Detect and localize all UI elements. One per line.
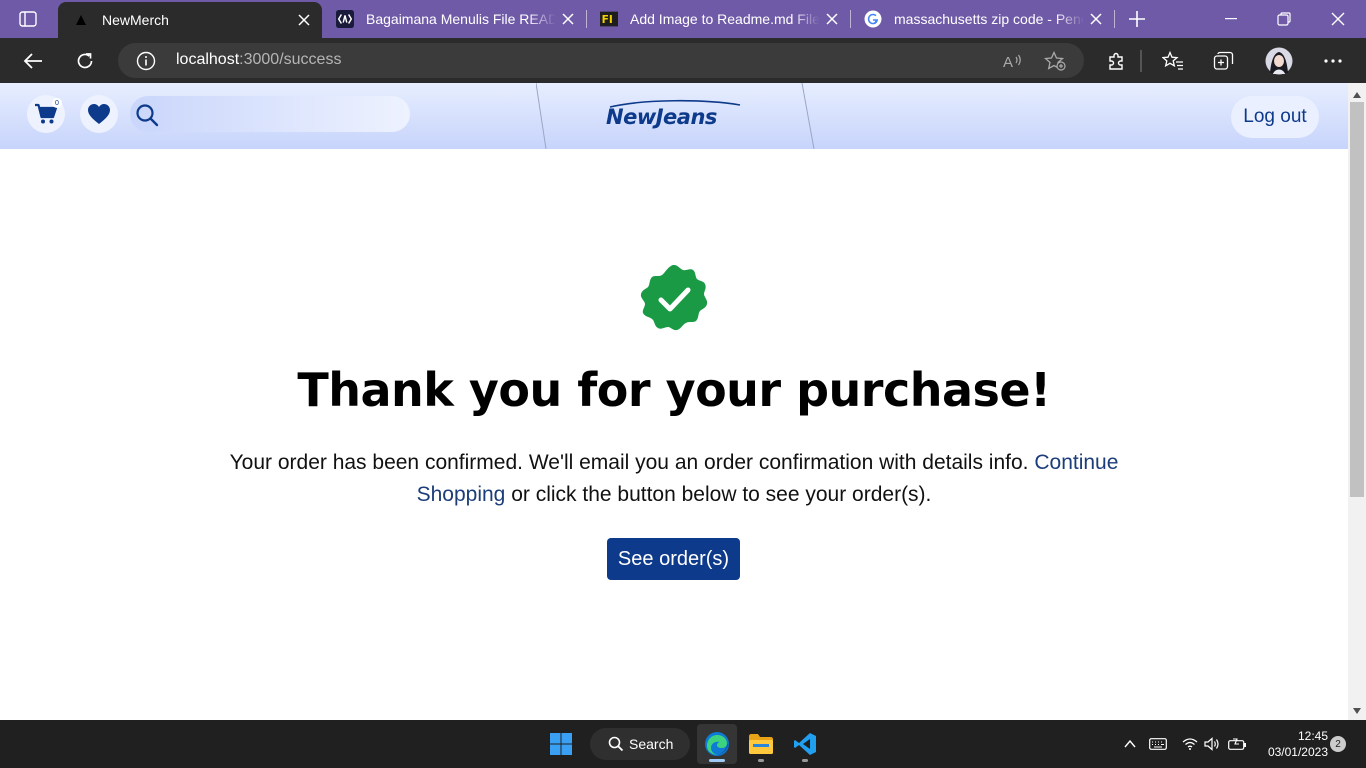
tab-title: NewMerch [102,12,169,28]
browser-tab-google[interactable]: massachusetts zip code - Penel [850,0,1114,38]
edge-browser-taskbar-icon[interactable] [697,724,737,764]
tab-title: Bagaimana Menulis File README [366,11,556,27]
tab-title: Add Image to Readme.md File [630,11,820,27]
vercel-triangle-icon [72,11,90,29]
clock-date: 03/01/2023 [1267,745,1328,759]
browser-tab-strip: NewMerch Bagaimana Menulis File README F… [0,0,1366,38]
open-app-indicator [758,759,764,762]
close-tab-icon[interactable] [292,8,316,32]
close-tab-icon[interactable] [820,7,844,31]
confirmation-message: Your order has been confirmed. We'll ema… [188,447,1160,511]
wifi-icon[interactable] [1180,734,1200,754]
cart-count-badge: 0 [52,98,62,108]
tab-title: massachusetts zip code - Penel [894,11,1084,27]
active-app-indicator [709,759,725,762]
page-viewport: 0 NewJeans Log out Thank you for your pu… [0,83,1348,720]
heart-icon [88,104,110,124]
taskbar-search-label: Search [629,736,674,752]
site-info-icon[interactable] [136,51,156,71]
svg-text:A: A [1003,54,1013,69]
site-logo[interactable]: NewJeans [606,105,717,129]
notification-count-badge[interactable]: 2 [1330,736,1346,752]
close-tab-icon[interactable] [1084,7,1108,31]
tab-separator [1114,10,1115,28]
search-input[interactable] [166,102,396,126]
extensions-puzzle-icon[interactable] [1100,46,1132,76]
message-text: Your order has been confirmed. We'll ema… [229,451,1035,474]
fi-icon: FI [600,10,618,28]
browser-tab-readme[interactable]: Bagaimana Menulis File README [322,0,586,38]
vscode-taskbar-icon[interactable] [785,724,825,764]
back-arrow-icon[interactable] [17,46,49,76]
wishlist-button[interactable] [80,95,118,133]
collections-icon[interactable] [1208,46,1240,76]
profile-avatar[interactable] [1263,46,1295,76]
see-orders-button[interactable]: See order(s) [607,538,740,580]
battery-charging-icon[interactable] [1228,734,1248,754]
success-check-badge-icon [640,265,708,331]
cart-button[interactable]: 0 [27,95,65,133]
codepolitan-icon [336,10,354,28]
start-windows-icon[interactable] [541,724,581,764]
address-bar[interactable]: localhost:3000/success A [118,43,1084,78]
browser-toolbar: localhost:3000/success A [0,38,1366,83]
close-tab-icon[interactable] [556,7,580,31]
browser-tab-add-image[interactable]: FI Add Image to Readme.md File [586,0,850,38]
site-search-box [130,96,410,132]
logo-panel: NewJeans [536,83,815,149]
scroll-up-arrow-icon[interactable] [1350,88,1364,102]
url-text: localhost:3000/success [176,51,342,68]
scroll-down-arrow-icon[interactable] [1350,704,1364,718]
toolbar-separator [1140,50,1142,72]
close-window-icon[interactable] [1312,0,1364,38]
success-heading: Thank you for your purchase! [297,363,1051,417]
file-explorer-taskbar-icon[interactable] [741,724,781,764]
windows-taskbar: Search 12:45 03/01/2023 2 [0,720,1366,768]
search-icon [608,736,624,752]
message-text: or click the button below to see your or… [505,483,932,506]
keyboard-icon[interactable] [1148,734,1168,754]
new-tab-plus-icon[interactable] [1124,7,1150,31]
minimize-window-icon[interactable] [1205,0,1257,38]
system-clock[interactable]: 12:45 03/01/2023 [1256,728,1328,760]
refresh-icon[interactable] [69,46,101,76]
tab-actions-icon[interactable] [12,8,44,30]
scrollbar-thumb[interactable] [1350,102,1364,497]
speaker-volume-icon[interactable] [1202,734,1222,754]
taskbar-search-button[interactable]: Search [590,728,690,760]
add-favorite-star-icon[interactable] [1044,50,1066,72]
browser-tab-newmerch[interactable]: NewMerch [58,2,322,38]
restore-window-icon[interactable] [1258,0,1310,38]
chevron-up-icon[interactable] [1120,734,1140,754]
open-app-indicator [802,759,808,762]
search-icon[interactable] [134,102,160,128]
logout-button[interactable]: Log out [1231,96,1319,138]
site-navbar: 0 NewJeans Log out [0,83,1348,149]
svg-text:FI: FI [602,13,613,26]
favorites-icon[interactable] [1157,46,1189,76]
clock-time: 12:45 [1297,729,1328,743]
read-aloud-icon[interactable]: A [1002,50,1024,72]
more-options-icon[interactable] [1317,46,1349,76]
google-icon [864,10,882,28]
